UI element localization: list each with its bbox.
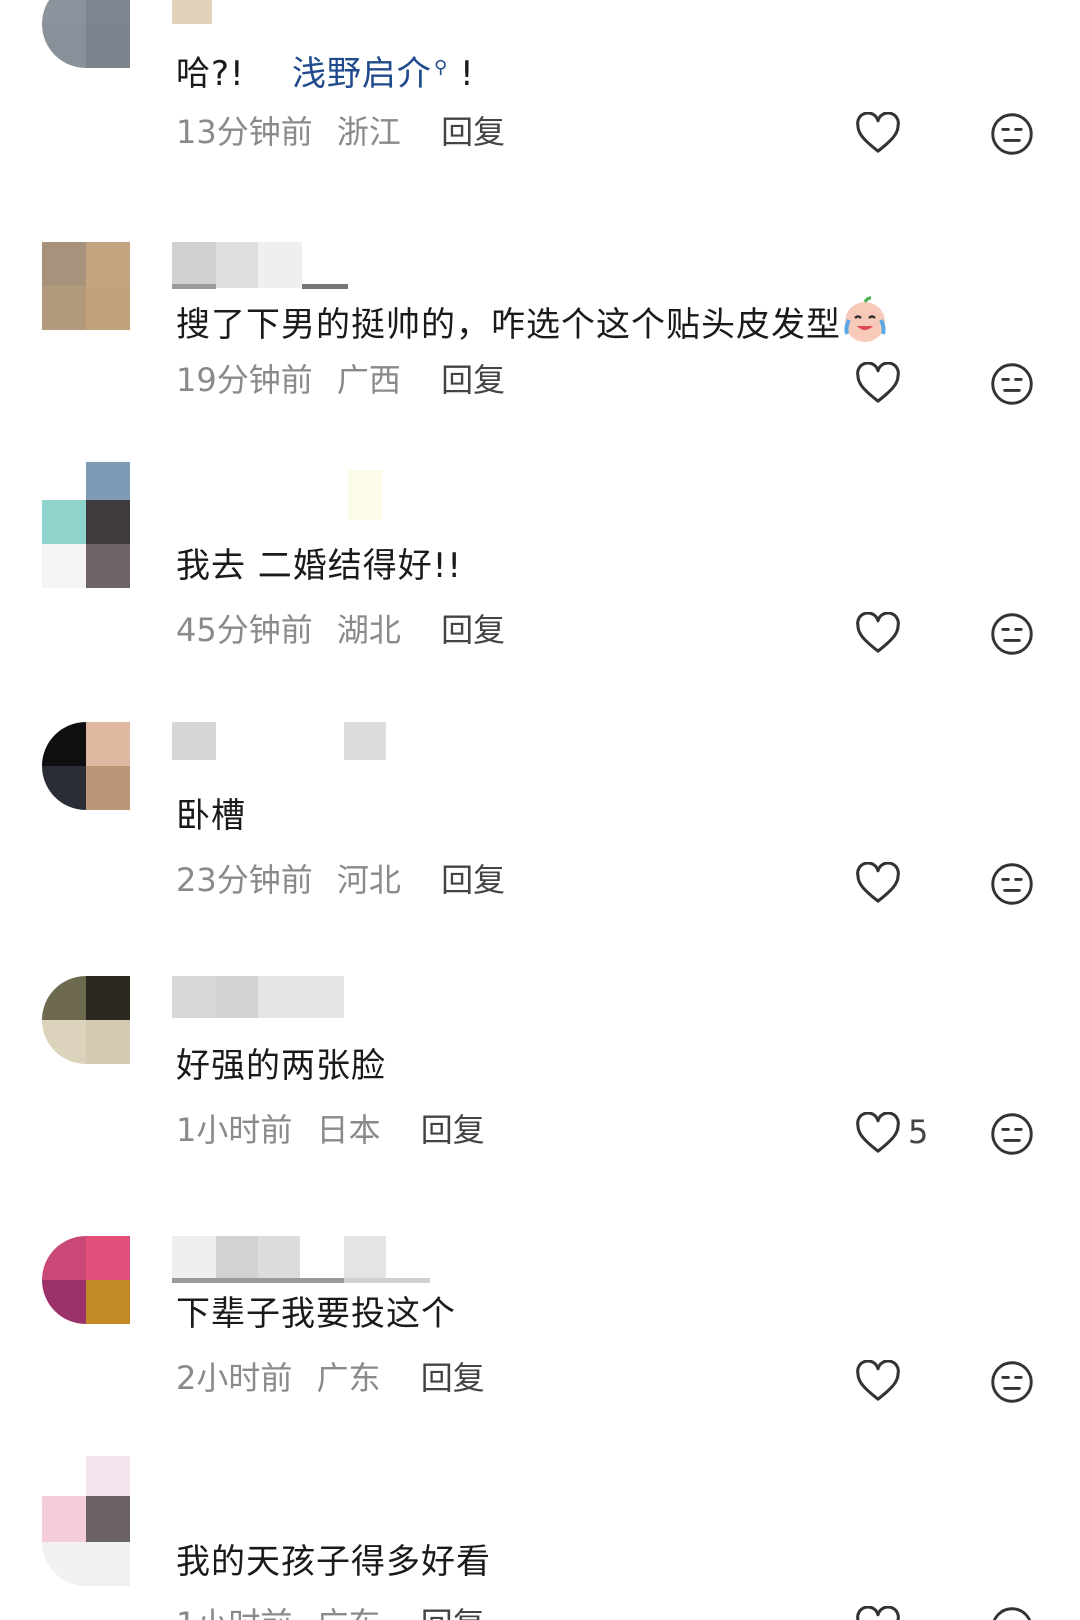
comment-location: 广西 [336,361,401,399]
comment-meta: 45分钟前 湖北 回复 [176,610,505,650]
comment-time: 2小时前 [176,1359,293,1397]
username-redacted[interactable] [172,0,392,24]
username-redacted[interactable] [172,976,352,1018]
reply-button[interactable]: 回复 [441,861,505,899]
comment-meta: 23分钟前 河北 回复 [176,860,505,900]
comment-text: 卧槽 [176,794,246,838]
comment-location: 浙江 [336,113,401,151]
avatar[interactable] [42,976,130,1064]
comment-text-body: 我的天孩子得多好看 [176,1542,491,1582]
comment-text-body: 搜了下男的挺帅的，咋选个这个贴头皮发型 [176,305,841,345]
avatar[interactable] [42,1456,130,1586]
comment-text: 我去 二婚结得好!! [176,544,462,588]
reply-button[interactable]: 回复 [421,1605,485,1620]
search-icon[interactable]: ⚲ [434,46,448,90]
neutral-face-icon[interactable] [990,1606,1034,1620]
heart-outline-icon[interactable] [855,1112,901,1154]
comment-text-body: 卧槽 [176,796,246,836]
comment-time: 1小时前 [176,1111,293,1149]
avatar[interactable] [42,722,130,810]
comment-meta: 1小时前 日本 回复 [176,1110,485,1150]
comment-meta: 19分钟前 广西 回复 [176,360,505,400]
heart-outline-icon[interactable] [855,612,901,654]
heart-outline-icon[interactable] [855,862,901,904]
avatar[interactable] [42,1236,130,1324]
avatar[interactable] [42,242,130,330]
comment-text-plain: 哈?! [176,54,245,94]
comment-location: 湖北 [336,611,401,649]
comment-feed: 哈?! 浅野启介 ⚲ ! 13分钟前 浙江 回复 搜了下男的挺帅的，咋选个这个贴… [0,0,1080,1620]
comment-meta: 13分钟前 浙江 回复 [176,112,505,152]
heart-outline-icon[interactable] [855,112,901,154]
heart-outline-icon[interactable] [855,362,901,404]
comment-text: 好强的两张脸 [176,1044,386,1088]
reply-button[interactable]: 回复 [421,1359,485,1397]
heart-outline-icon[interactable] [855,1606,901,1620]
username-redacted[interactable] [172,722,392,760]
comment-time: 19分钟前 [176,361,313,399]
reply-button[interactable]: 回复 [421,1111,485,1149]
username-redacted[interactable] [172,470,382,520]
comment-text: 搜了下男的挺帅的，咋选个这个贴头皮发型 [176,296,889,347]
heart-outline-icon[interactable] [855,1360,901,1402]
like-count: 5 [908,1113,929,1151]
neutral-face-icon[interactable] [990,1360,1034,1404]
comment-time: 45分钟前 [176,611,313,649]
comment-meta: 2小时前 广东 回复 [176,1358,485,1398]
neutral-face-icon[interactable] [990,612,1034,656]
comment-location: 河北 [336,861,401,899]
mention-link[interactable]: 浅野启介 [292,54,432,94]
reply-button[interactable]: 回复 [441,611,505,649]
neutral-face-icon[interactable] [990,112,1034,156]
comment-meta: 1小时前 广东 回复 [176,1604,485,1620]
username-redacted[interactable] [172,242,352,289]
neutral-face-icon[interactable] [990,862,1034,906]
comment-time: 13分钟前 [176,113,313,151]
comment-location: 日本 [316,1111,381,1149]
comment-text: 我的天孩子得多好看 [176,1540,491,1584]
comment-text-body: 下辈子我要投这个 [176,1294,456,1334]
comment-text: 哈?! 浅野启介 ⚲ ! [176,46,475,96]
comment-text-body: 好强的两张脸 [176,1046,386,1086]
comment-location: 广东 [317,1605,381,1620]
reply-button[interactable]: 回复 [441,361,505,399]
mention-suffix: ! [459,54,475,94]
avatar[interactable] [42,462,130,588]
crying-laughing-emoji [844,296,886,342]
neutral-face-icon[interactable] [990,362,1034,406]
comment-text-body: 我去 二婚结得好!! [176,546,463,586]
comment-location: 广东 [316,1359,381,1397]
comment-time: 1小时前 [176,1605,292,1620]
neutral-face-icon[interactable] [990,1112,1034,1156]
username-redacted[interactable] [172,1236,432,1284]
comment-text: 下辈子我要投这个 [176,1292,456,1336]
avatar[interactable] [42,0,130,68]
reply-button[interactable]: 回复 [441,113,505,151]
comment-time: 23分钟前 [176,861,313,899]
